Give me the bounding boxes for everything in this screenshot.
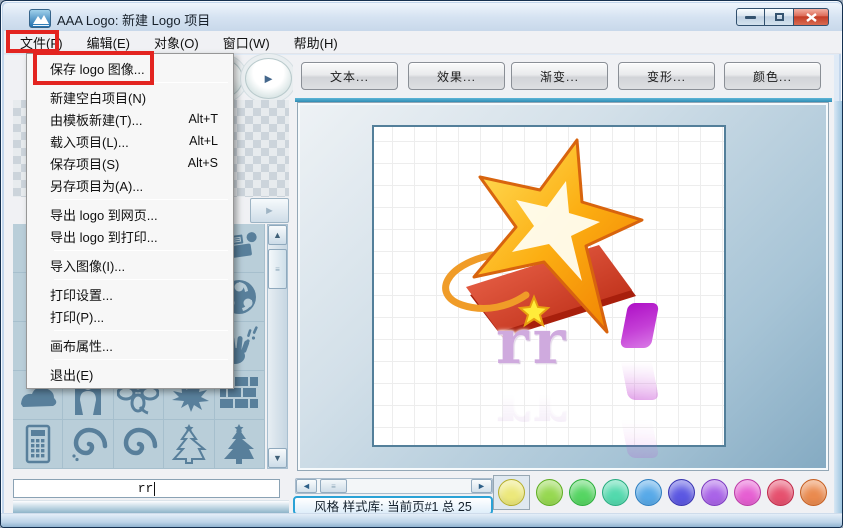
down-arrow-icon: ▼ [273,453,282,463]
text-caret [154,482,155,496]
menu-separator [54,330,228,331]
highlight-box-save-logo-image [33,51,154,85]
close-icon [806,13,817,22]
bottom-bar: ◄ ≡ ► 风格 样式库: 当前页#1 总 25 [293,471,834,513]
scroll-up-button[interactable]: ▲ [268,225,287,245]
panel-footer-bar [13,500,289,513]
color-swatch[interactable] [800,479,827,506]
menu-item-new-from-template[interactable]: 由模板新建(T)...Alt+T [28,108,232,130]
next-page-button[interactable]: ► [250,198,289,223]
scrollbar-thumb[interactable]: ≡ [320,479,347,493]
toolbar: 文本... 效果... 渐变... 变形... 颜色... [293,55,834,98]
app-window: AAA Logo: 新建 Logo 项目 文件(F) 编辑(E) 对象(O) 窗… [0,0,843,528]
forward-arrow-icon: ► [262,71,275,86]
menu-item-save-project[interactable]: 保存项目(S)Alt+S [28,152,232,174]
title-bar: AAA Logo: 新建 Logo 项目 [3,3,842,31]
work-area: 文本... 效果... 渐变... 变形... 颜色... [293,55,834,513]
grip-icon: ≡ [275,265,280,274]
color-swatch[interactable] [536,479,563,506]
logo-text: rr [496,311,569,373]
color-swatch[interactable] [701,479,728,506]
mini-arrow-icon: ► [264,205,275,217]
menu-item-load-project[interactable]: 载入项目(L)...Alt+L [28,130,232,152]
menu-separator [54,250,228,251]
color-swatch[interactable] [569,479,596,506]
clipart-item[interactable] [13,420,63,469]
scroll-left-button[interactable]: ◄ [296,479,317,493]
maximize-icon [775,13,784,21]
menu-item-exit[interactable]: 退出(E) [28,363,232,385]
menu-item-import-image[interactable]: 导入图像(I)... [28,254,232,276]
color-button[interactable]: 颜色... [724,62,821,90]
transform-button[interactable]: 变形... [618,62,715,90]
canvas-viewport: rr rr [297,102,829,471]
color-palette [493,475,827,510]
spiral-icon [67,423,109,465]
menu-item-export-logo-web[interactable]: 导出 logo 到网页... [28,203,232,225]
minimize-button[interactable] [736,8,765,26]
gradient-button[interactable]: 渐变... [511,62,608,90]
file-menu-dropdown: 保存 logo 图像... 新建空白项目(N) 由模板新建(T)...Alt+T… [26,53,234,389]
up-arrow-icon: ▲ [273,230,282,240]
menu-item-export-logo-print[interactable]: 导出 logo 到打印... [28,225,232,247]
color-swatch[interactable] [668,479,695,506]
clipart-scrollbar[interactable]: ▲ ≡ ▼ [267,224,288,469]
menu-item-save-project-as[interactable]: 另存项目为(A)... [28,174,232,196]
scroll-right-button[interactable]: ► [471,479,492,493]
window-title: AAA Logo: 新建 Logo 项目 [57,10,210,29]
filter-input[interactable]: rr [13,479,280,498]
clipart-item[interactable] [114,420,164,469]
maximize-button[interactable] [765,8,794,26]
menu-item-print[interactable]: 打印(P)... [28,305,232,327]
menu-item-canvas-properties[interactable]: 画布属性... [28,334,232,356]
text-button[interactable]: 文本... [301,62,398,90]
color-swatch[interactable] [602,479,629,506]
logo-text-reflection: rr [496,379,569,441]
scroll-down-button[interactable]: ▼ [268,448,287,468]
highlight-box-file-menu [6,30,59,53]
clipart-item[interactable] [164,420,214,469]
menu-help[interactable]: 帮助(H) [282,30,350,55]
menu-window[interactable]: 窗口(W) [211,30,282,55]
grip-icon: ≡ [331,482,336,491]
style-scrollbar[interactable]: ◄ ≡ ► [295,478,493,494]
color-swatch[interactable] [734,479,761,506]
clipart-item[interactable] [215,420,265,469]
window-bottom-frame [1,513,843,528]
menu-separator [54,359,228,360]
menu-item-new-blank-project[interactable]: 新建空白项目(N) [28,86,232,108]
app-logo-icon [29,9,51,28]
clipart-item[interactable] [63,420,113,469]
nav-forward-button[interactable]: ► [245,58,292,99]
spiral-icon [117,423,159,465]
close-button[interactable] [794,8,829,26]
pine-tree-outline-icon [168,423,210,465]
effects-button[interactable]: 效果... [408,62,505,90]
right-arrow-icon: ► [477,481,486,491]
window-right-frame [834,101,842,513]
menu-separator [54,199,228,200]
color-swatch[interactable] [767,479,794,506]
minimize-icon [745,16,756,19]
left-arrow-icon: ◄ [302,481,311,491]
logo-canvas[interactable]: rr rr [372,125,726,447]
menu-separator [54,279,228,280]
color-swatch[interactable] [635,479,662,506]
filter-value: rr [138,481,154,496]
scrollbar-thumb[interactable]: ≡ [268,249,287,289]
color-swatch[interactable] [498,479,525,506]
selected-swatch-frame [493,475,530,510]
menu-item-print-setup[interactable]: 打印设置... [28,283,232,305]
calculator-icon [17,423,59,465]
pine-tree-icon [218,423,260,465]
